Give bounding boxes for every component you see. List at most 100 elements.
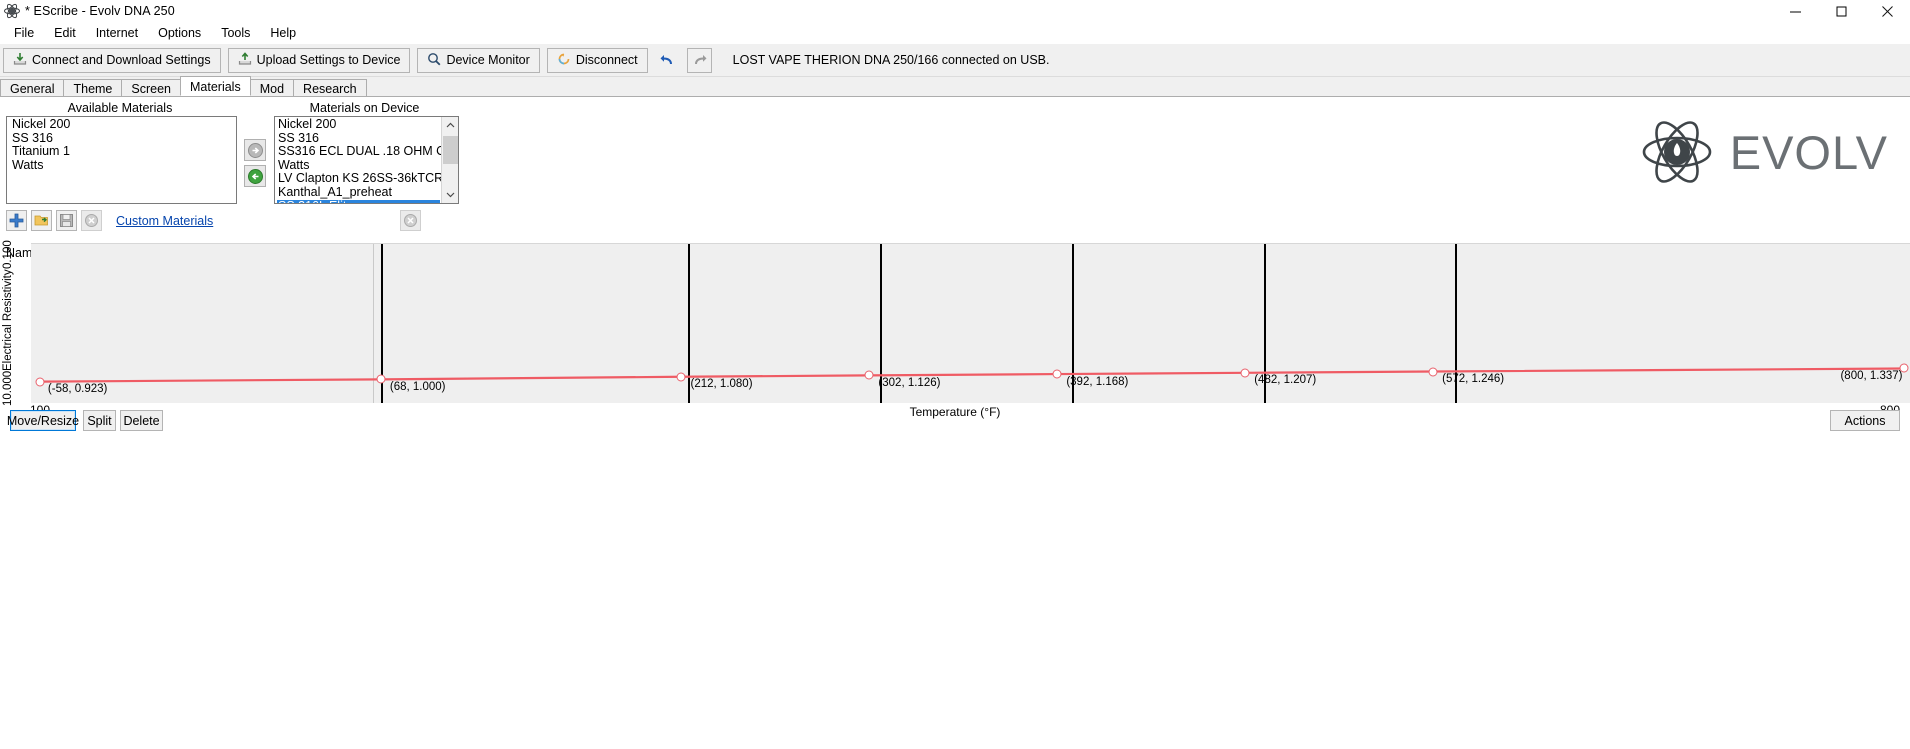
list-item[interactable]: Nickel 200 <box>11 118 236 132</box>
remove-from-device-button[interactable] <box>400 210 421 231</box>
open-material-button[interactable] <box>31 210 52 231</box>
menu-bar: File Edit Internet Options Tools Help <box>0 22 1910 44</box>
disconnect-button[interactable]: Disconnect <box>547 48 648 73</box>
actions-button[interactable]: Actions <box>1830 410 1900 431</box>
list-item[interactable]: SS 316 <box>11 132 236 146</box>
list-item[interactable]: LV Clapton KS 26SS-36kTCR <box>277 172 440 186</box>
arrow-right-icon <box>247 142 264 159</box>
custom-materials-link[interactable]: Custom Materials <box>116 214 213 228</box>
title-bar: * EScribe - Evolv DNA 250 <box>0 0 1910 22</box>
minimize-button[interactable] <box>1772 0 1818 22</box>
close-button[interactable] <box>1864 0 1910 22</box>
delete-button[interactable]: Delete <box>120 410 163 431</box>
move-to-device-button[interactable] <box>244 139 266 161</box>
folder-open-icon <box>34 213 49 228</box>
upload-settings-label: Upload Settings to Device <box>257 53 401 67</box>
delete-icon <box>403 213 418 228</box>
y-axis-title: Electrical Resistivity <box>2 269 14 371</box>
connection-status: LOST VAPE THERION DNA 250/166 connected … <box>733 53 1050 67</box>
redo-icon <box>691 52 708 69</box>
search-icon <box>427 52 441 69</box>
menu-options[interactable]: Options <box>148 24 211 42</box>
app-icon <box>3 2 21 20</box>
menu-internet[interactable]: Internet <box>86 24 148 42</box>
y-min-label: 0.100 <box>2 240 14 269</box>
upload-settings-button[interactable]: Upload Settings to Device <box>228 48 411 73</box>
on-device-scrollbar[interactable] <box>441 117 458 203</box>
data-point-label: (-58, 0.923) <box>48 383 107 395</box>
save-material-button[interactable] <box>56 210 77 231</box>
tab-theme[interactable]: Theme <box>63 79 122 96</box>
list-item[interactable]: SS 316 <box>277 132 440 146</box>
escribe-window: * EScribe - Evolv DNA 250 File Edit Inte… <box>0 0 1910 749</box>
move-resize-button[interactable]: Move/Resize <box>10 410 76 431</box>
data-point-label: (212, 1.080) <box>691 378 753 390</box>
redo-button[interactable] <box>687 48 712 73</box>
delete-material-button[interactable] <box>81 210 102 231</box>
maximize-button[interactable] <box>1818 0 1864 22</box>
move-to-available-button[interactable] <box>244 165 266 187</box>
scroll-down-icon[interactable] <box>442 186 459 203</box>
available-materials-list[interactable]: Nickel 200 SS 316 Titanium 1 Watts <box>6 116 237 204</box>
evolv-wordmark: EVOLV <box>1730 125 1888 180</box>
scrollbar-track[interactable] <box>442 134 458 186</box>
scroll-up-icon[interactable] <box>442 117 459 134</box>
tab-mod[interactable]: Mod <box>250 79 294 96</box>
data-point-label: (68, 1.000) <box>390 381 446 393</box>
data-point[interactable] <box>865 371 874 380</box>
menu-help[interactable]: Help <box>260 24 306 42</box>
data-point-label: (800, 1.337) <box>1840 370 1902 382</box>
data-point-label: (572, 1.246) <box>1442 373 1504 385</box>
window-controls <box>1772 0 1910 22</box>
on-device-items: Nickel 200 SS 316 SS316 ECL DUAL .18 OHM… <box>275 118 458 204</box>
data-point-label: (482, 1.207) <box>1254 374 1316 386</box>
plus-icon <box>9 213 24 228</box>
list-item[interactable]: Kanthal_A1_preheat <box>277 186 440 200</box>
tab-general[interactable]: General <box>0 79 64 96</box>
list-item[interactable]: Nickel 200 <box>277 118 440 132</box>
data-point[interactable] <box>677 372 686 381</box>
add-material-button[interactable] <box>6 210 27 231</box>
connect-download-label: Connect and Download Settings <box>32 53 211 67</box>
tab-materials[interactable]: Materials <box>180 76 251 96</box>
arrow-left-icon <box>247 168 264 185</box>
list-item[interactable]: Watts <box>277 159 440 173</box>
menu-file[interactable]: File <box>4 24 44 42</box>
undo-icon <box>659 52 676 69</box>
data-point[interactable] <box>1240 368 1249 377</box>
scrollbar-thumb[interactable] <box>443 136 458 164</box>
tab-research[interactable]: Research <box>293 79 367 96</box>
device-monitor-button[interactable]: Device Monitor <box>417 48 539 73</box>
resistivity-chart: 10.000 Electrical Resistivity 0.100 <box>0 243 1910 403</box>
materials-on-device-label: Materials on Device <box>272 101 457 115</box>
chart-y-axis: 10.000 Electrical Resistivity 0.100 <box>0 243 16 403</box>
chart-plot-area[interactable]: (-58, 0.923) (68, 1.000) (212, 1.080) (3… <box>31 243 1910 403</box>
list-item[interactable]: Watts <box>11 159 236 173</box>
data-point-label: (302, 1.126) <box>878 377 940 389</box>
data-point[interactable] <box>1052 370 1061 379</box>
available-materials-items: Nickel 200 SS 316 Titanium 1 Watts <box>9 118 236 172</box>
bottom-bar: Move/Resize Split Delete Actions <box>0 410 1910 450</box>
data-point[interactable] <box>1428 367 1437 376</box>
window-title: * EScribe - Evolv DNA 250 <box>25 4 175 18</box>
data-point-label: (392, 1.168) <box>1066 376 1128 388</box>
resistivity-series-line <box>31 244 1910 403</box>
connect-download-settings-button[interactable]: Connect and Download Settings <box>3 48 221 73</box>
list-item[interactable]: Titanium 1 <box>11 145 236 159</box>
save-icon <box>59 213 74 228</box>
menu-edit[interactable]: Edit <box>44 24 86 42</box>
disconnect-label: Disconnect <box>576 53 638 67</box>
available-materials-label: Available Materials <box>0 101 240 115</box>
list-item[interactable]: SS316 ECL DUAL .18 OHM COILS <box>277 145 440 159</box>
delete-icon <box>84 213 99 228</box>
data-point[interactable] <box>377 375 386 384</box>
split-button[interactable]: Split <box>83 410 116 431</box>
list-item-selected[interactable]: SS 316L Elite <box>277 200 440 204</box>
undo-button[interactable] <box>655 48 680 73</box>
materials-on-device-list[interactable]: Nickel 200 SS 316 SS316 ECL DUAL .18 OHM… <box>274 116 459 204</box>
upload-icon <box>238 52 252 69</box>
tab-screen[interactable]: Screen <box>121 79 181 96</box>
evolv-atom-logo <box>1636 115 1718 189</box>
data-point[interactable] <box>35 377 44 386</box>
menu-tools[interactable]: Tools <box>211 24 260 42</box>
